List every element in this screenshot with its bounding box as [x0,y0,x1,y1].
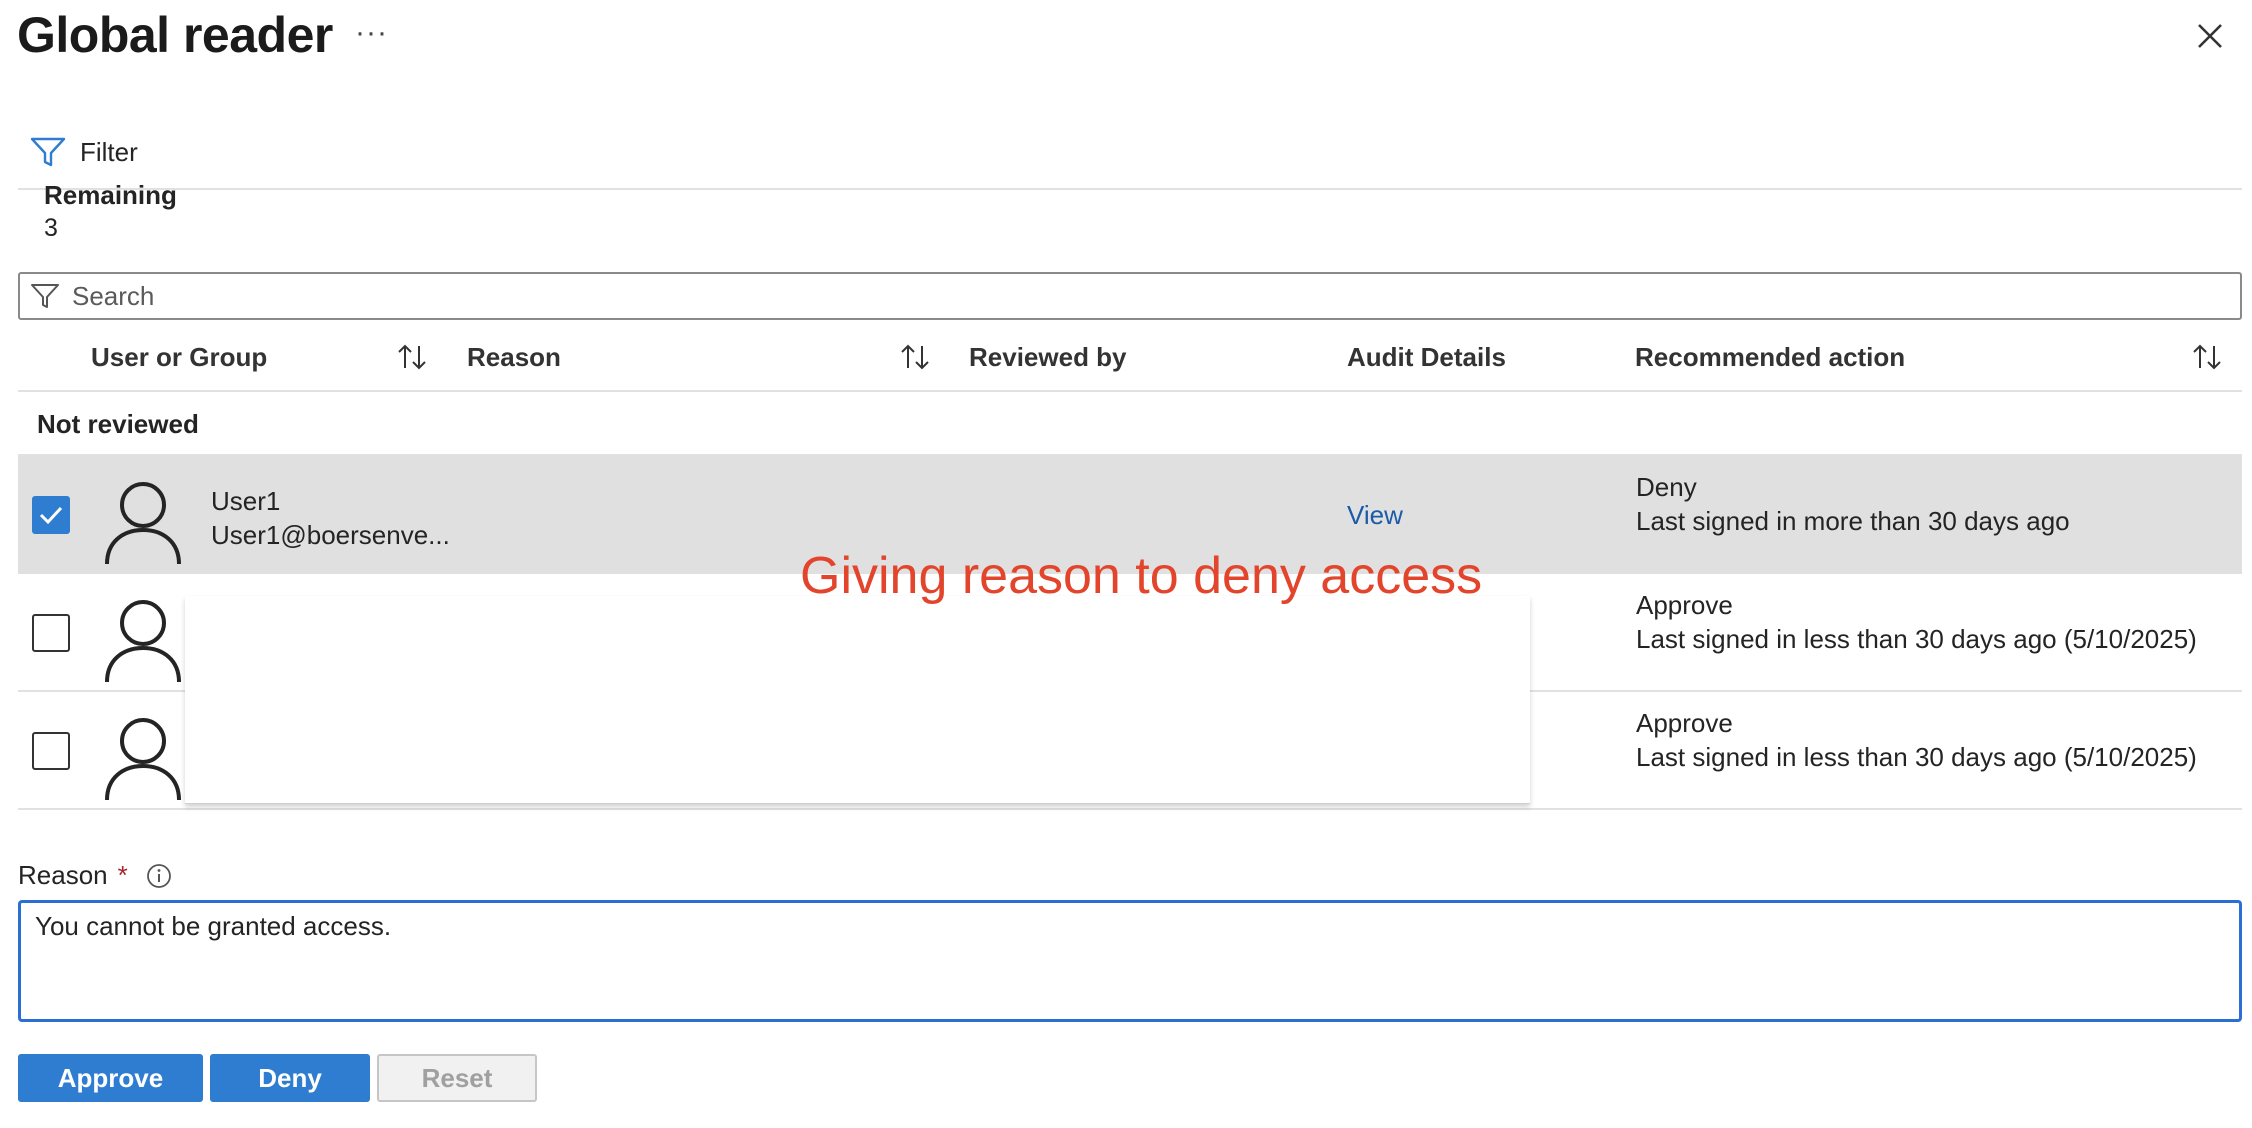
recommended-action-detail: Last signed in more than 30 days ago [1636,506,2070,536]
page-title: Global reader [17,7,333,63]
overlay-panel [185,596,1530,804]
remaining-label: Remaining [44,180,177,210]
recommended-action-detail: Last signed in less than 30 days ago (5/… [1636,624,2197,654]
person-icon [105,482,181,564]
reason-textarea[interactable]: You cannot be granted access. [18,900,2242,1022]
recommended-action: Approve [1636,708,1733,738]
annotation-text: Giving reason to deny access [800,547,1483,605]
deny-button[interactable]: Deny [210,1054,370,1102]
header-divider [18,390,2242,392]
column-header-recommended-action[interactable]: Recommended action [1635,340,1905,374]
filter-icon [31,284,59,308]
approve-button[interactable]: Approve [18,1054,203,1102]
person-icon [105,718,181,800]
table-bottom-divider [18,808,2242,810]
column-header-reviewed-by: Reviewed by [969,342,1127,372]
filter-icon [30,137,66,167]
reset-button: Reset [377,1054,537,1102]
reason-label: Reason * [18,860,172,891]
filter-label: Filter [80,136,138,167]
close-icon [2198,24,2222,48]
row-checkbox[interactable] [32,496,70,534]
close-button[interactable] [2190,16,2230,56]
required-marker: * [117,860,128,890]
recommended-action: Approve [1636,590,1733,620]
sort-icon[interactable] [395,342,431,372]
recommended-action-detail: Last signed in less than 30 days ago (5/… [1636,742,2197,772]
user-email: User1@boersenve... [211,520,450,550]
audit-details-view-link[interactable]: View [1347,500,1403,531]
filter-button[interactable]: Filter [30,130,138,174]
more-options-icon[interactable]: ··· [355,18,388,48]
search-box[interactable] [18,272,2242,320]
row-checkbox[interactable] [32,732,70,770]
remaining-value: 3 [44,214,58,242]
column-header-reason[interactable]: Reason [467,340,561,374]
reason-label-text: Reason [18,860,108,890]
column-header-audit-details: Audit Details [1347,342,1506,372]
recommended-action: Deny [1636,472,1697,502]
info-icon[interactable] [146,863,172,889]
toolbar-divider [18,188,2242,190]
search-input[interactable] [70,279,1570,313]
user-name: User1 [211,486,281,516]
checkmark-icon [39,506,63,525]
column-header-user-or-group[interactable]: User or Group [91,340,267,374]
group-header-not-reviewed: Not reviewed [37,409,199,439]
sort-icon[interactable] [898,342,934,372]
sort-icon[interactable] [2190,342,2226,372]
person-icon [105,600,181,682]
row-checkbox[interactable] [32,614,70,652]
